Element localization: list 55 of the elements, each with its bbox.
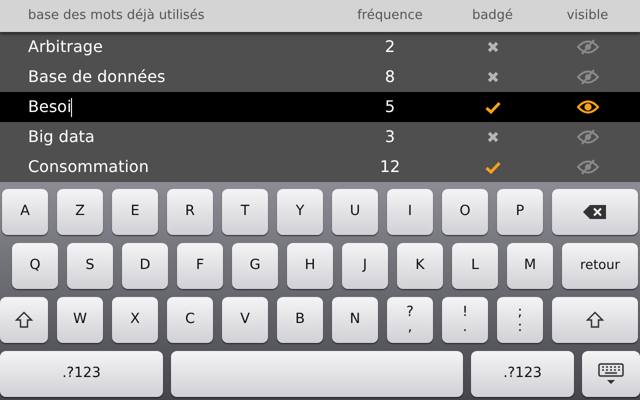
numbers-key[interactable]: .?123 (0, 351, 163, 397)
keyboard-hide-icon (598, 363, 624, 385)
hide-key[interactable] (582, 351, 640, 397)
key[interactable]: ; : (497, 297, 543, 343)
frequency-text: 2 (384, 37, 396, 56)
key[interactable]: E (112, 189, 158, 235)
key[interactable]: H (287, 243, 333, 289)
key[interactable]: W (57, 297, 103, 343)
key[interactable]: F (177, 243, 223, 289)
key[interactable]: U (332, 189, 378, 235)
key[interactable]: B (277, 297, 323, 343)
backspace-key[interactable] (552, 189, 638, 235)
key[interactable]: D (122, 243, 168, 289)
key[interactable]: Y (277, 189, 323, 235)
shift-icon (15, 311, 33, 329)
column-header: base des mots déjà utilisés (27, 7, 206, 26)
frequency-text: 3 (384, 127, 396, 146)
column-header: badgé (471, 7, 514, 26)
key[interactable]: N (332, 297, 378, 343)
frequency-text: 12 (380, 157, 400, 176)
key[interactable]: Q (12, 243, 58, 289)
key[interactable]: J (342, 243, 388, 289)
column-header: fréquence (356, 7, 424, 26)
key[interactable]: K (397, 243, 443, 289)
return-key[interactable]: retour (562, 243, 638, 289)
key[interactable]: R (167, 189, 213, 235)
key[interactable]: X (112, 297, 158, 343)
key[interactable]: L (452, 243, 498, 289)
key[interactable]: V (222, 297, 268, 343)
key[interactable]: ? , (387, 297, 433, 343)
shift-icon (586, 311, 604, 329)
key[interactable]: C (167, 297, 213, 343)
word-text: Base de données (28, 66, 166, 88)
key[interactable]: S (67, 243, 113, 289)
key[interactable]: A (2, 189, 48, 235)
frequency-text: 8 (384, 67, 396, 86)
word-text: Besoi (28, 96, 72, 118)
key[interactable]: P (497, 189, 543, 235)
word-row[interactable]: Besoi 5 (0, 92, 640, 122)
key[interactable]: O (442, 189, 488, 235)
key[interactable]: M (507, 243, 553, 289)
key[interactable]: T (222, 189, 268, 235)
word-text: Consommation (28, 156, 149, 178)
frequency-text: 5 (384, 97, 396, 116)
backspace-icon (583, 205, 607, 219)
shift-key[interactable] (0, 297, 48, 343)
key[interactable]: G (232, 243, 278, 289)
key[interactable]: Z (57, 189, 103, 235)
word-text: Big data (28, 126, 95, 148)
key[interactable]: ! . (442, 297, 488, 343)
numbers-key[interactable]: .?123 (471, 351, 574, 397)
word-text: Arbitrage (28, 36, 103, 58)
text-cursor (71, 98, 72, 116)
column-header: visible (566, 7, 610, 26)
key[interactable]: I (387, 189, 433, 235)
